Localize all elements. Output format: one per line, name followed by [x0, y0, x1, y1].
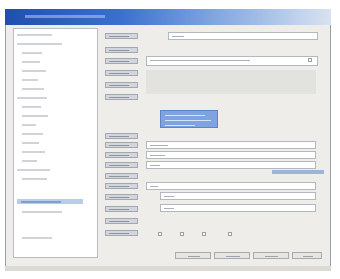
- tree-item[interactable]: [17, 167, 87, 172]
- tree-item[interactable]: [22, 122, 82, 127]
- tree-item[interactable]: [22, 235, 82, 240]
- tree-item[interactable]: [22, 68, 82, 73]
- form-label: [105, 33, 138, 39]
- form-label: [105, 94, 138, 100]
- form-field[interactable]: [146, 56, 318, 66]
- tree-item[interactable]: [22, 209, 82, 214]
- form-label: [105, 58, 138, 64]
- form-label: [105, 218, 138, 224]
- tree-item[interactable]: [22, 59, 82, 64]
- checkbox[interactable]: [202, 232, 206, 236]
- form-label: [105, 162, 138, 168]
- progress-indicator: [272, 170, 324, 174]
- form-label: [105, 142, 138, 148]
- tree-item[interactable]: [17, 95, 87, 100]
- form-field[interactable]: [160, 192, 316, 200]
- form-field[interactable]: [146, 141, 316, 149]
- tree-item[interactable]: [17, 41, 87, 46]
- form-label: [105, 82, 138, 88]
- form-field[interactable]: [146, 151, 316, 159]
- apply-button[interactable]: [253, 252, 289, 259]
- status-bar: [5, 266, 331, 271]
- checkbox[interactable]: [158, 232, 162, 236]
- form-label: [105, 206, 138, 212]
- tree-item[interactable]: [22, 176, 82, 181]
- form-label: [105, 194, 138, 200]
- form-label: [105, 70, 138, 76]
- form-field[interactable]: [146, 182, 316, 190]
- tree-item[interactable]: [22, 77, 82, 82]
- tree-pane[interactable]: [13, 28, 98, 258]
- info-area: [146, 70, 316, 94]
- form-label: [105, 152, 138, 158]
- tree-item[interactable]: [22, 104, 82, 109]
- checkbox[interactable]: [228, 232, 232, 236]
- form-label: [105, 183, 138, 189]
- tree-item[interactable]: [22, 149, 82, 154]
- tree-item[interactable]: [22, 86, 82, 91]
- chevron-down-icon[interactable]: [308, 58, 312, 62]
- form-label: [105, 173, 138, 179]
- cancel-button[interactable]: [214, 252, 250, 259]
- form-label: [105, 133, 138, 139]
- form-label: [105, 47, 138, 53]
- form-label: [105, 230, 138, 236]
- tree-item[interactable]: [17, 32, 87, 37]
- tree-item[interactable]: [22, 50, 82, 55]
- tree-item[interactable]: [22, 113, 82, 118]
- form-field[interactable]: [146, 161, 316, 169]
- tree-item[interactable]: [22, 140, 82, 145]
- checkbox[interactable]: [180, 232, 184, 236]
- window-title: [25, 15, 105, 18]
- form-field[interactable]: [160, 204, 316, 212]
- close-icon[interactable]: [317, 16, 327, 18]
- selection-list[interactable]: [160, 110, 218, 128]
- form-field[interactable]: [168, 32, 318, 40]
- tree-item[interactable]: [22, 131, 82, 136]
- title-bar[interactable]: [5, 9, 331, 25]
- ok-button[interactable]: [175, 252, 211, 259]
- help-button[interactable]: [292, 252, 322, 259]
- tree-item[interactable]: [22, 158, 82, 163]
- tree-item-selected[interactable]: [17, 199, 83, 204]
